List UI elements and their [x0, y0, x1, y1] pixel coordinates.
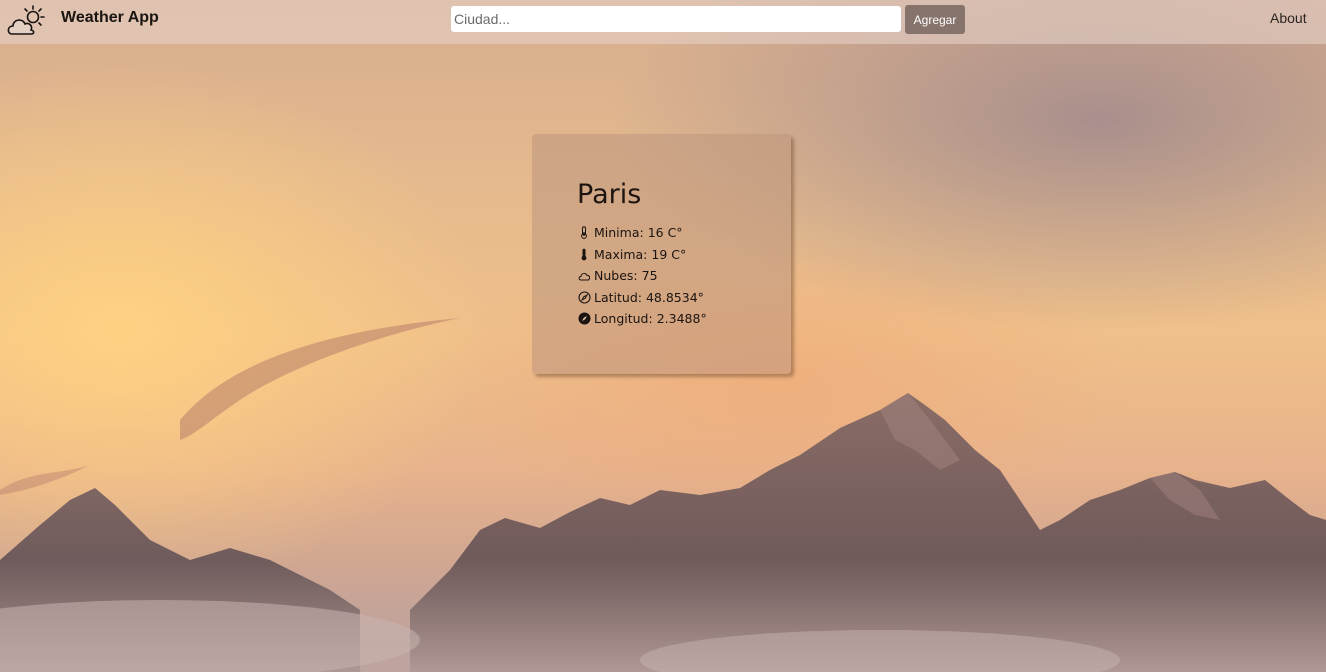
add-city-button[interactable]: Agregar [905, 5, 965, 34]
weather-card: Paris Minima: 16 C° Maxima: 19 C° Nubes:… [532, 134, 791, 374]
stat-maxima: Maxima: 19 C° [577, 244, 707, 266]
stat-label: Latitud: [594, 289, 642, 305]
stat-label: Nubes: [594, 268, 638, 284]
stat-value: 75 [641, 268, 658, 284]
stat-label: Minima: [594, 225, 644, 241]
stat-value: 19 C° [651, 246, 687, 262]
cloud-sun-icon[interactable] [6, 4, 46, 38]
city-search-input[interactable] [451, 6, 901, 32]
top-navbar: Weather App Agregar About [0, 0, 1326, 44]
stat-minima: Minima: 16 C° [577, 222, 707, 244]
stat-value: 2.3488° [656, 311, 707, 327]
city-name: Paris [577, 179, 642, 210]
stat-nubes: Nubes: 75 [577, 265, 707, 287]
compass-filled-icon [577, 312, 591, 326]
about-link[interactable]: About [1270, 10, 1307, 26]
stat-label: Maxima: [594, 246, 648, 262]
thermometer-high-icon [577, 247, 591, 261]
app-title[interactable]: Weather App [61, 9, 159, 27]
stat-longitud: Longitud: 2.3488° [577, 308, 707, 330]
cloud-icon [577, 269, 591, 283]
thermometer-low-icon [577, 226, 591, 240]
stat-label: Longitud: [594, 311, 653, 327]
stat-value: 16 C° [647, 225, 683, 241]
compass-icon [577, 290, 591, 304]
stat-value: 48.8534° [645, 289, 704, 305]
weather-stats-list: Minima: 16 C° Maxima: 19 C° Nubes: 75 La… [577, 222, 707, 330]
stat-latitud: Latitud: 48.8534° [577, 287, 707, 309]
